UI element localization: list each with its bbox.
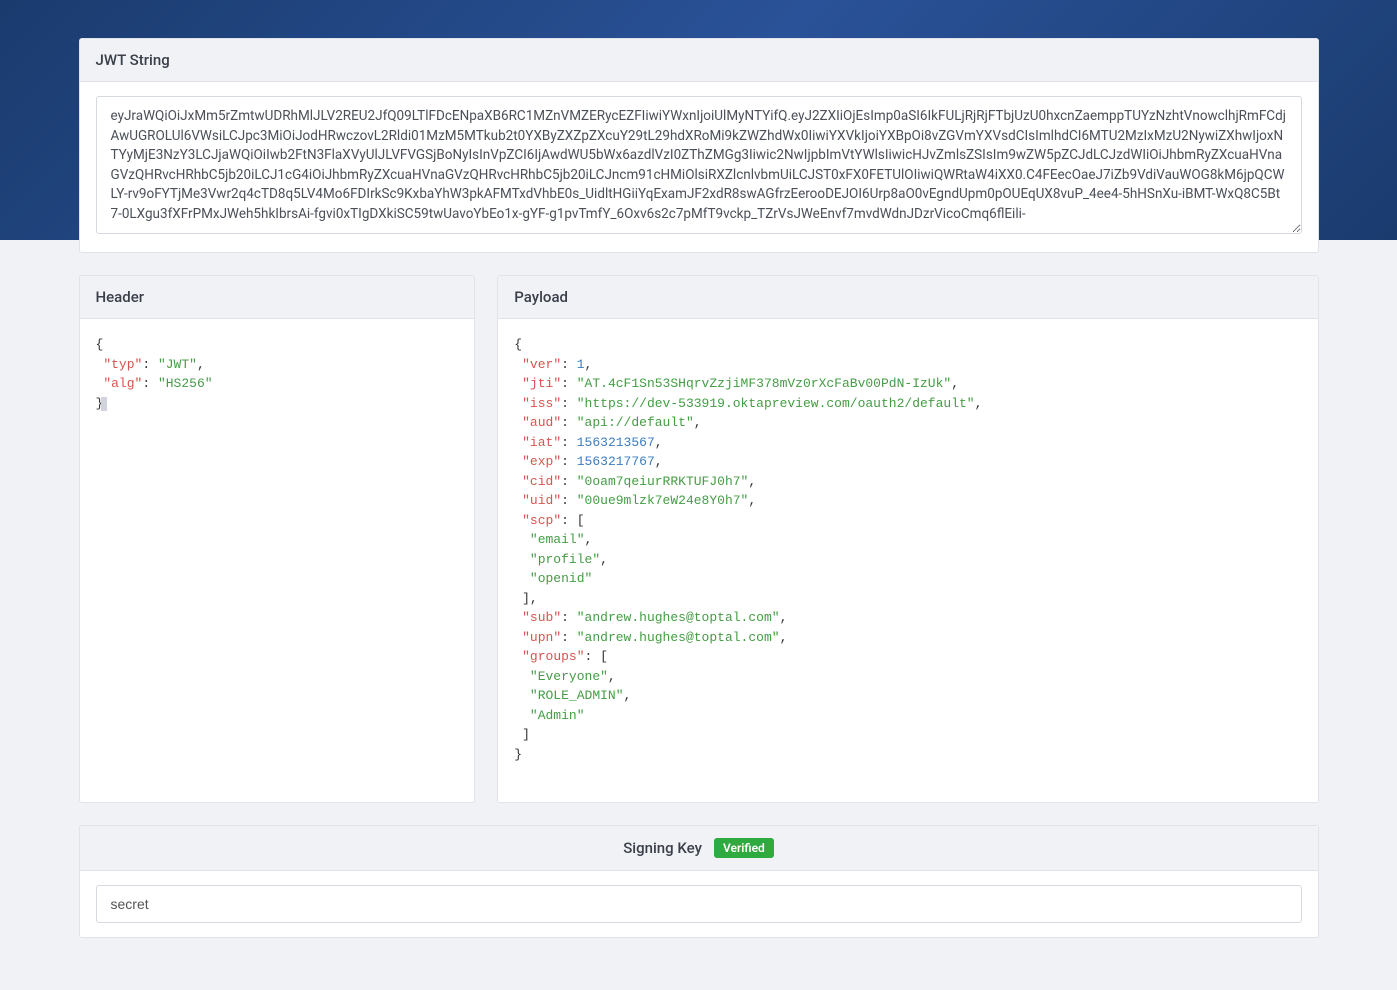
header-card-body: { "typ": "JWT", "alg": "HS256" } — [80, 319, 475, 429]
header-column: Header { "typ": "JWT", "alg": "HS256" } — [79, 275, 476, 803]
jwt-string-card: JWT String — [79, 38, 1319, 253]
header-json-block: { "typ": "JWT", "alg": "HS256" } — [96, 333, 459, 415]
jwt-string-textarea[interactable] — [96, 96, 1302, 234]
signing-key-card-header: Signing Key Verified — [80, 826, 1318, 871]
verified-badge: Verified — [714, 838, 774, 858]
jwt-string-card-header: JWT String — [80, 39, 1318, 82]
decoded-row: Header { "typ": "JWT", "alg": "HS256" } … — [79, 275, 1319, 803]
payload-card-body: { "ver": 1, "jti": "AT.4cF1Sn53SHqrvZzji… — [498, 319, 1317, 780]
signing-key-title: Signing Key — [623, 839, 702, 857]
jwt-string-title: JWT String — [96, 51, 170, 69]
main-container: JWT String Header { "typ": "JWT", "alg":… — [49, 0, 1349, 990]
header-title: Header — [96, 288, 145, 306]
payload-json-block: { "ver": 1, "jti": "AT.4cF1Sn53SHqrvZzji… — [514, 333, 1301, 766]
header-card: Header { "typ": "JWT", "alg": "HS256" } — [79, 275, 476, 803]
signing-key-input[interactable] — [96, 885, 1302, 923]
signing-key-card: Signing Key Verified — [79, 825, 1319, 938]
header-card-header: Header — [80, 276, 475, 319]
jwt-string-card-body — [80, 82, 1318, 252]
payload-card-header: Payload — [498, 276, 1317, 319]
signing-key-card-body — [80, 871, 1318, 937]
payload-title: Payload — [514, 288, 568, 306]
payload-column: Payload { "ver": 1, "jti": "AT.4cF1Sn53S… — [497, 275, 1318, 803]
payload-card: Payload { "ver": 1, "jti": "AT.4cF1Sn53S… — [497, 275, 1318, 803]
